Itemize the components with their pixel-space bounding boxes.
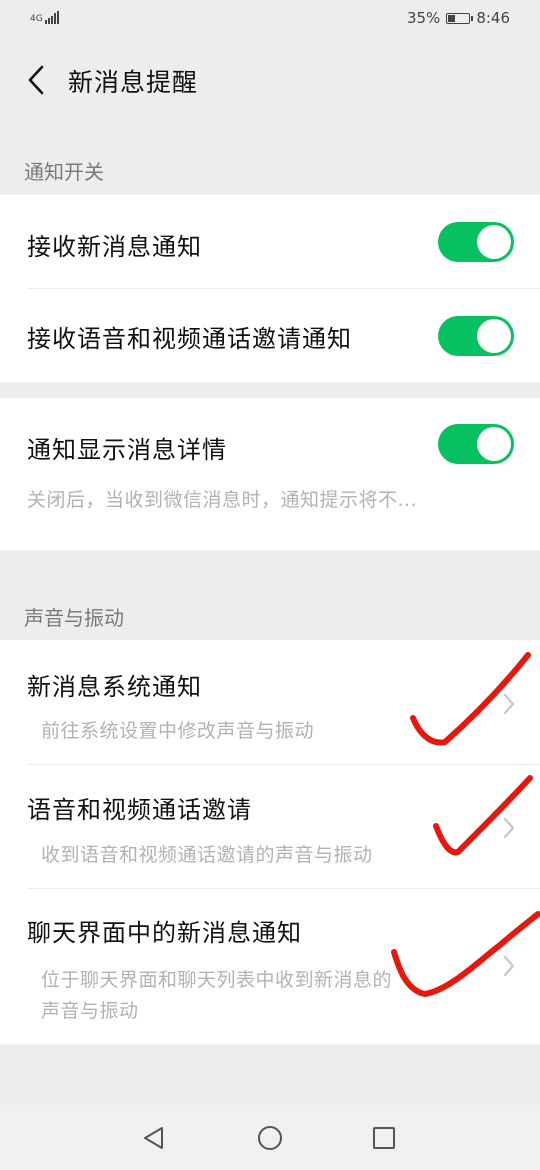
- row-description: 关闭后，当收到微信消息时，通知提示将不...: [27, 489, 418, 511]
- row-chat-message-notification[interactable]: 聊天界面中的新消息通知 位于聊天界面和聊天列表中收到新消息的 声音与振动: [0, 889, 540, 1044]
- toggle-knob: [477, 225, 511, 259]
- row-description: 收到语音和视频通话邀请的声音与振动: [41, 844, 373, 866]
- signal-area: 4G: [30, 10, 59, 24]
- row-receive-new-messages[interactable]: 接收新消息通知: [0, 195, 540, 289]
- toggle-show-message-details[interactable]: [438, 424, 514, 464]
- row-call-invite-sound[interactable]: 语音和视频通话邀请 收到语音和视频通话邀请的声音与振动: [0, 765, 540, 888]
- toggle-knob: [477, 427, 511, 461]
- battery-level-fill: [448, 14, 456, 22]
- system-navigation-bar: [0, 1105, 540, 1170]
- message-details-group: 通知显示消息详情 关闭后，当收到微信消息时，通知提示将不...: [0, 398, 540, 550]
- row-label: 聊天界面中的新消息通知: [27, 919, 302, 947]
- row-receive-call-invites[interactable]: 接收语音和视频通话邀请通知: [0, 289, 540, 382]
- triangle-back-icon: [144, 1127, 163, 1149]
- nav-bar: 新消息提醒: [0, 38, 540, 120]
- clock: 8:46: [476, 9, 510, 27]
- circle-home-icon: [258, 1126, 282, 1150]
- chevron-right-icon: [503, 817, 515, 839]
- battery-icon: [446, 12, 474, 24]
- toggle-knob: [477, 319, 511, 353]
- battery-percent: 35%: [406, 9, 441, 27]
- chevron-right-icon: [503, 955, 515, 977]
- row-label: 通知显示消息详情: [27, 436, 227, 464]
- system-home-button[interactable]: [253, 1121, 287, 1155]
- row-label: 接收新消息通知: [27, 233, 202, 261]
- chevron-left-icon: [28, 65, 44, 95]
- square-recents-icon: [373, 1127, 395, 1149]
- row-system-notification[interactable]: 新消息系统通知 前往系统设置中修改声音与振动: [0, 640, 540, 764]
- system-recents-button[interactable]: [367, 1121, 401, 1155]
- section-header-notification-switch: 通知开关: [24, 160, 104, 184]
- toggle-receive-call-invites[interactable]: [438, 316, 514, 356]
- chevron-right-icon: [503, 693, 515, 715]
- battery-area: 35% 8:46: [407, 9, 510, 27]
- row-label: 新消息系统通知: [27, 673, 202, 701]
- system-back-button[interactable]: [137, 1121, 171, 1155]
- toggle-receive-new-messages[interactable]: [438, 222, 514, 262]
- row-description: 前往系统设置中修改声音与振动: [41, 720, 315, 742]
- row-show-message-details[interactable]: 通知显示消息详情 关闭后，当收到微信消息时，通知提示将不...: [0, 398, 540, 550]
- row-description-line2: 声音与振动: [41, 1000, 139, 1022]
- row-label: 接收语音和视频通话邀请通知: [27, 325, 352, 353]
- sound-vibration-group: 新消息系统通知 前往系统设置中修改声音与振动 语音和视频通话邀请 收到语音和视频…: [0, 640, 540, 1044]
- row-label: 语音和视频通话邀请: [27, 796, 252, 824]
- status-bar: 4G 35% 8:46: [0, 0, 540, 38]
- section-header-sound-vibration: 声音与振动: [24, 606, 124, 630]
- network-type: 4G: [30, 14, 43, 24]
- back-button[interactable]: [18, 58, 54, 102]
- page-title: 新消息提醒: [68, 68, 199, 97]
- signal-icon: [44, 10, 59, 24]
- notification-switch-group: 接收新消息通知 接收语音和视频通话邀请通知: [0, 195, 540, 382]
- row-description-line1: 位于聊天界面和聊天列表中收到新消息的: [41, 969, 393, 991]
